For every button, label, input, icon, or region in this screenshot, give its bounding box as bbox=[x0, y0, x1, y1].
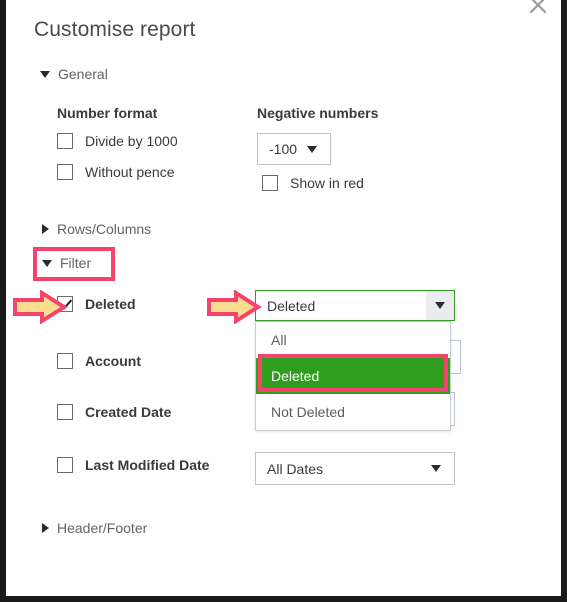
filter-select-last-modified-date[interactable]: All Dates bbox=[255, 452, 455, 485]
customise-report-dialog: Customise report General Number format N… bbox=[0, 0, 567, 602]
checkbox-box[interactable] bbox=[57, 404, 73, 420]
section-label-general: General bbox=[58, 66, 108, 82]
filter-checkbox-account[interactable]: Account bbox=[57, 353, 141, 369]
annotation-arrow-deleted-select bbox=[206, 289, 262, 329]
checkbox-box[interactable] bbox=[57, 133, 73, 149]
filter-checkbox-last-modified-date[interactable]: Last Modified Date bbox=[57, 457, 209, 473]
checkbox-label: Last Modified Date bbox=[85, 457, 210, 473]
checkbox-label: Created Date bbox=[85, 404, 172, 420]
checkbox-box[interactable] bbox=[57, 296, 73, 312]
dropdown-option-all[interactable]: All bbox=[256, 322, 450, 358]
caret-down-icon bbox=[40, 70, 50, 78]
select-value: All Dates bbox=[267, 460, 324, 477]
checkbox-without-pence[interactable]: Without pence bbox=[57, 164, 175, 180]
number-format-heading: Number format bbox=[57, 105, 158, 121]
checkbox-label: Divide by 1000 bbox=[85, 133, 178, 149]
caret-down-icon bbox=[42, 259, 52, 267]
chevron-down-icon[interactable] bbox=[426, 291, 454, 320]
checkbox-show-in-red[interactable]: Show in red bbox=[262, 175, 364, 191]
checkbox-label: Deleted bbox=[85, 296, 136, 312]
dropdown-option-deleted[interactable]: Deleted bbox=[256, 358, 450, 394]
section-label-header-footer: Header/Footer bbox=[57, 520, 148, 536]
filter-checkbox-deleted[interactable]: Deleted bbox=[57, 296, 136, 312]
section-header-general[interactable]: General bbox=[40, 66, 108, 82]
dropdown-list-deleted[interactable]: All Deleted Not Deleted bbox=[255, 321, 451, 431]
checkbox-label: Without pence bbox=[85, 164, 175, 180]
caret-right-icon bbox=[42, 224, 49, 234]
select-value: Deleted bbox=[267, 297, 316, 314]
checkbox-box[interactable] bbox=[57, 164, 73, 180]
dropdown-option-not-deleted[interactable]: Not Deleted bbox=[256, 394, 450, 430]
chevron-down-icon bbox=[431, 465, 441, 472]
page-title: Customise report bbox=[34, 18, 196, 41]
checkbox-label: Show in red bbox=[290, 175, 364, 191]
filter-checkbox-created-date[interactable]: Created Date bbox=[57, 404, 171, 420]
section-header-rows-columns[interactable]: Rows/Columns bbox=[42, 221, 151, 237]
close-icon[interactable] bbox=[525, 0, 551, 18]
select-value: -100 bbox=[269, 141, 298, 157]
section-label-filter: Filter bbox=[60, 255, 92, 271]
checkbox-box[interactable] bbox=[262, 175, 278, 191]
checkbox-divide-by-1000[interactable]: Divide by 1000 bbox=[57, 133, 178, 149]
section-header-filter[interactable]: Filter bbox=[42, 255, 91, 271]
checkbox-label: Account bbox=[85, 353, 141, 369]
caret-right-icon bbox=[42, 523, 49, 533]
chevron-down-icon bbox=[307, 145, 317, 153]
negative-numbers-select[interactable]: -100 bbox=[257, 133, 331, 165]
checkbox-box[interactable] bbox=[57, 457, 73, 473]
checkbox-box[interactable] bbox=[57, 353, 73, 369]
section-header-header-footer[interactable]: Header/Footer bbox=[42, 520, 147, 536]
section-label-rows-columns: Rows/Columns bbox=[57, 221, 152, 237]
filter-select-deleted[interactable]: Deleted bbox=[255, 290, 455, 321]
negative-numbers-heading: Negative numbers bbox=[257, 105, 379, 121]
